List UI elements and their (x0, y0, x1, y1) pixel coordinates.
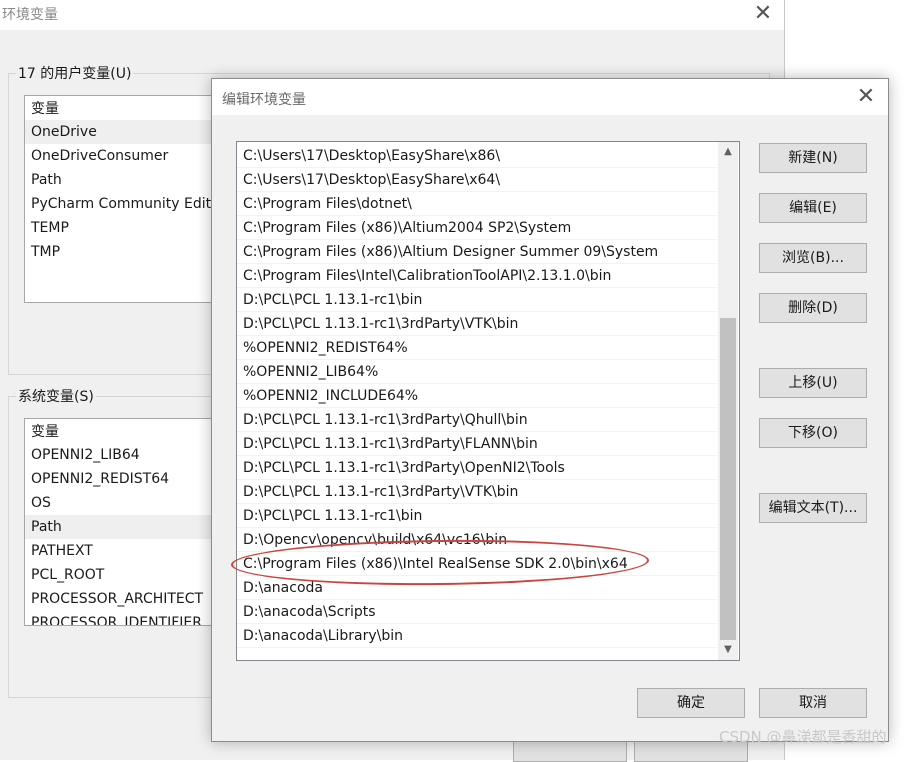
dialog-title: 编辑环境变量 (222, 92, 306, 108)
move-up-button[interactable]: 上移(U) (759, 368, 867, 398)
path-item[interactable]: C:\Users\17\Desktop\EasyShare\x64\ (237, 168, 717, 192)
user-variables-label: 17 的用户变量(U) (16, 63, 134, 83)
path-item[interactable]: C:\Program Files (x86)\Altium2004 SP2\Sy… (237, 216, 717, 240)
vertical-scrollbar[interactable]: ▲ ▼ (718, 142, 738, 660)
system-variables-label: 系统变量(S) (16, 386, 96, 406)
close-icon[interactable]: ✕ (852, 83, 880, 111)
path-item[interactable]: C:\Users\17\Desktop\EasyShare\x86\ (237, 144, 717, 168)
path-item[interactable]: D:\PCL\PCL 1.13.1-rc1\3rdParty\OpenNI2\T… (237, 456, 717, 480)
watermark: CSDN @鼻涕都是香甜的 (719, 728, 887, 746)
list-item[interactable]: OPENNI2_LIB64 (25, 443, 225, 467)
path-item[interactable]: D:\PCL\PCL 1.13.1-rc1\3rdParty\VTK\bin (237, 480, 717, 504)
new-button[interactable]: 新建(N) (759, 143, 867, 173)
list-item[interactable]: PCL_ROOT (25, 563, 225, 587)
path-item[interactable]: D:\PCL\PCL 1.13.1-rc1\3rdParty\FLANN\bin (237, 432, 717, 456)
browse-button[interactable]: 浏览(B)... (759, 243, 867, 273)
path-item[interactable]: D:\PCL\PCL 1.13.1-rc1\bin (237, 288, 717, 312)
scroll-down-icon[interactable]: ▼ (718, 640, 738, 660)
path-item[interactable]: D:\PCL\PCL 1.13.1-rc1\bin (237, 504, 717, 528)
list-item[interactable]: TEMP (25, 216, 225, 240)
list-item[interactable]: OS (25, 491, 225, 515)
path-item[interactable]: C:\Program Files\Intel\CalibrationToolAP… (237, 264, 717, 288)
path-item[interactable]: %OPENNI2_REDIST64% (237, 336, 717, 360)
list-item[interactable]: Path (25, 168, 225, 192)
list-item[interactable]: PROCESSOR_ARCHITECT (25, 587, 225, 611)
scrollbar-thumb[interactable] (720, 318, 736, 640)
title-bar: 环境变量 ✕ (0, 0, 784, 30)
list-item[interactable]: OPENNI2_REDIST64 (25, 467, 225, 491)
edit-button[interactable]: 编辑(E) (759, 193, 867, 223)
ok-button[interactable]: 确定 (637, 688, 745, 718)
list-item[interactable]: OneDrive (25, 120, 225, 144)
path-item[interactable]: %OPENNI2_LIB64% (237, 360, 717, 384)
path-item[interactable]: C:\Program Files (x86)\Altium Designer S… (237, 240, 717, 264)
delete-button[interactable]: 删除(D) (759, 293, 867, 323)
column-header-variable[interactable]: 变量 (25, 419, 225, 443)
close-icon[interactable]: ✕ (750, 0, 776, 28)
list-item[interactable]: PyCharm Community Edit (25, 192, 225, 216)
list-item[interactable]: Path (25, 515, 225, 539)
window-title: 环境变量 (2, 7, 58, 23)
scroll-up-icon[interactable]: ▲ (718, 142, 738, 162)
list-item[interactable]: TMP (25, 240, 225, 264)
path-item[interactable]: %OPENNI2_INCLUDE64% (237, 384, 717, 408)
path-item[interactable]: D:\anacoda\Library\bin (237, 624, 717, 648)
column-header-variable[interactable]: 变量 (25, 96, 225, 120)
move-down-button[interactable]: 下移(O) (759, 418, 867, 448)
system-variables-list[interactable]: 变量 OPENNI2_LIB64 OPENNI2_REDIST64 OS Pat… (24, 418, 226, 626)
path-item[interactable]: C:\Program Files\dotnet\ (237, 192, 717, 216)
list-item[interactable]: PROCESSOR_IDENTIFIER (25, 611, 225, 625)
user-variables-list[interactable]: 变量 OneDrive OneDriveConsumer Path PyChar… (24, 95, 226, 303)
edit-text-button[interactable]: 编辑文本(T)... (759, 493, 867, 523)
edit-environment-variable-dialog: 编辑环境变量 ✕ C:\Users\17\Desktop\EasyShare\x… (211, 78, 889, 742)
path-item[interactable]: D:\PCL\PCL 1.13.1-rc1\3rdParty\Qhull\bin (237, 408, 717, 432)
path-item[interactable]: D:\PCL\PCL 1.13.1-rc1\3rdParty\VTK\bin (237, 312, 717, 336)
list-item[interactable]: OneDriveConsumer (25, 144, 225, 168)
path-item[interactable]: D:\anacoda\Scripts (237, 600, 717, 624)
cancel-button[interactable]: 取消 (759, 688, 867, 718)
dialog-title-bar: 编辑环境变量 ✕ (212, 79, 888, 115)
list-item[interactable]: PATHEXT (25, 539, 225, 563)
